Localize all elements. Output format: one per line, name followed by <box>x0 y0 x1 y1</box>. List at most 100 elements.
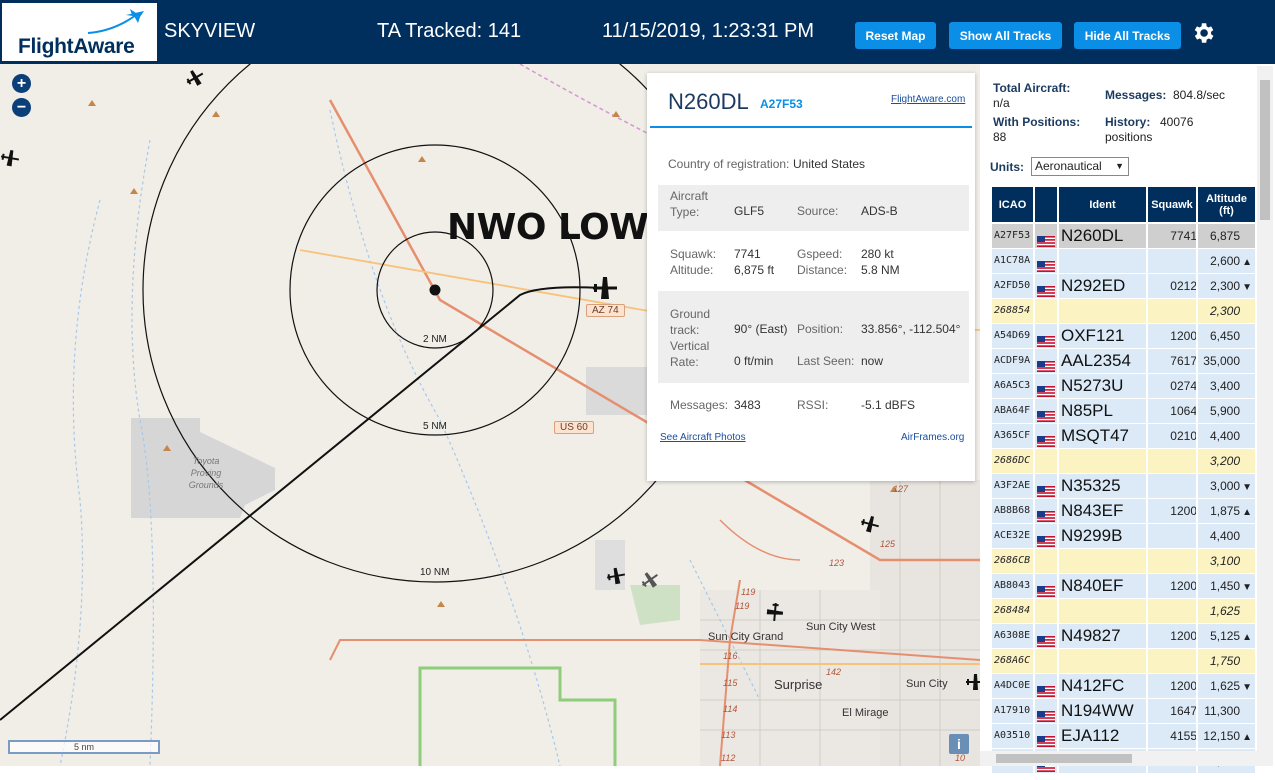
table-row[interactable]: A27F53 N260DL 7741 6,875 <box>992 224 1255 248</box>
table-row[interactable]: 2686DC 3,200 <box>992 449 1255 473</box>
row-ident: MSQT47 <box>1061 426 1130 445</box>
row-altitude: 4,400 <box>1198 424 1252 448</box>
aircraft-photos-link[interactable]: See Aircraft Photos <box>660 432 746 443</box>
park-area <box>630 585 680 625</box>
column-header-altitude[interactable]: Altitude (ft) <box>1198 187 1255 222</box>
row-icao: A4DC0E <box>994 680 1031 691</box>
table-row[interactable]: AB8043 N840EF 1200 1,450 ▼ <box>992 574 1255 598</box>
airframes-link[interactable]: AirFrames.org <box>901 432 964 443</box>
row-altitude-value: 1,750 <box>1209 654 1240 668</box>
horizontal-scrollbar-thumb[interactable] <box>996 754 1132 763</box>
table-row[interactable]: A365CF MSQT47 0210 4,400 <box>992 424 1255 448</box>
route-number: 123 <box>829 558 845 568</box>
distance-value: 5.8 NM <box>861 263 900 277</box>
route-number: 112 <box>721 753 736 763</box>
table-row[interactable]: ACDF9A AAL2354 7617 35,000 <box>992 349 1255 373</box>
row-altitude: 1,450 ▼ <box>1198 574 1252 598</box>
route-number: 119 <box>741 587 756 597</box>
column-separator <box>1057 474 1059 498</box>
place-label: Sun City West <box>806 621 876 633</box>
column-header-ident[interactable]: Ident <box>1059 187 1146 222</box>
table-row[interactable]: A6A5C3 N5273U 0274 3,400 <box>992 374 1255 398</box>
us-flag-icon <box>1037 281 1055 297</box>
hide-all-tracks-button[interactable]: Hide All Tracks <box>1074 22 1181 49</box>
row-altitude-value: 1,450 <box>1210 579 1241 593</box>
row-altitude-value: 5,900 <box>1209 404 1240 418</box>
popup-flight-ident: N260DL <box>668 89 749 114</box>
last-seen-label: Last Seen: <box>797 354 855 368</box>
units-dropdown[interactable]: Aeronautical ▼ <box>1031 157 1129 176</box>
row-altitude-value: 3,200 <box>1209 454 1240 468</box>
units-selected-value: Aeronautical <box>1035 159 1102 173</box>
table-row[interactable]: A4DC0E N412FC 1200 1,625 ▼ <box>992 674 1255 698</box>
table-row[interactable]: ACE32E N9299B 4,400 <box>992 524 1255 548</box>
table-row[interactable]: 268484 1,625 <box>992 599 1255 623</box>
column-separator <box>1033 499 1035 523</box>
table-row[interactable]: A03510 EJA112 4155 12,150 ▲ <box>992 724 1255 748</box>
table-row[interactable]: ABA64F N85PL 1064 5,900 <box>992 399 1255 423</box>
place-label: Sun City Grand <box>708 631 784 643</box>
vertical-scrollbar-thumb[interactable] <box>1260 80 1270 220</box>
table-row[interactable]: A54D69 OXF121 1200 6,450 <box>992 324 1255 348</box>
horizontal-scrollbar[interactable] <box>980 751 1257 766</box>
column-separator <box>1033 424 1035 448</box>
table-row[interactable]: 268854 2,300 <box>992 299 1255 323</box>
column-separator <box>1146 524 1148 548</box>
column-separator <box>1196 574 1198 598</box>
column-header-icao[interactable]: ICAO <box>992 187 1033 222</box>
column-separator <box>1146 474 1148 498</box>
column-separator <box>1057 274 1059 298</box>
ring-label: 10 NM <box>420 567 450 578</box>
column-separator <box>1146 249 1148 273</box>
reset-map-button[interactable]: Reset Map <box>855 22 936 49</box>
column-separator <box>1057 674 1059 698</box>
column-header-squawk[interactable]: Squawk <box>1148 187 1196 222</box>
table-row[interactable]: 268A6C 1,750 <box>992 649 1255 673</box>
column-separator <box>1033 299 1035 323</box>
aircraft-type-label: Aircraft Type: <box>670 189 709 219</box>
column-separator <box>1033 549 1035 573</box>
zoom-in-button[interactable]: + <box>12 74 31 93</box>
row-squawk <box>1147 524 1197 548</box>
column-separator <box>1033 249 1035 273</box>
row-altitude-value: 12,150 <box>1203 729 1241 743</box>
column-separator <box>1057 724 1059 748</box>
row-squawk: 7617 <box>1170 354 1197 368</box>
column-separator <box>1033 649 1035 673</box>
table-row[interactable]: AB8B68 N843EF 1200 1,875 ▲ <box>992 499 1255 523</box>
place-label: El Mirage <box>842 707 889 719</box>
messages-value: 3483 <box>734 398 761 412</box>
zoom-out-button[interactable]: − <box>12 98 31 117</box>
us-flag-icon <box>1037 431 1055 447</box>
table-row[interactable]: A2FD50 N292ED 0212 2,300 ▼ <box>992 274 1255 298</box>
row-icao: A365CF <box>994 430 1031 441</box>
row-altitude: 11,300 <box>1198 699 1252 723</box>
table-row[interactable]: 2686CB 3,100 <box>992 549 1255 573</box>
gspeed-label: Gspeed: <box>797 247 843 261</box>
row-icao: AB8043 <box>994 580 1031 591</box>
row-squawk <box>1147 449 1197 473</box>
row-icao: A03510 <box>994 730 1031 741</box>
table-row[interactable]: A1C78A 2,600 ▲ <box>992 249 1255 273</box>
column-separator <box>1196 699 1198 723</box>
column-separator <box>1146 724 1148 748</box>
vertical-scrollbar[interactable] <box>1257 66 1273 766</box>
column-separator <box>1196 224 1198 248</box>
show-all-tracks-button[interactable]: Show All Tracks <box>949 22 1062 49</box>
descending-arrow-icon: ▼ <box>1242 282 1252 293</box>
messages-rate: 804.8/sec <box>1173 88 1226 102</box>
column-separator <box>1033 624 1035 648</box>
map-info-button[interactable]: i <box>949 734 969 754</box>
aircraft-detail-popup: N260DL A27F53 FlightAware.com Country of… <box>647 73 975 481</box>
column-header-flag[interactable] <box>1035 187 1057 222</box>
row-ident: EJA112 <box>1061 726 1120 745</box>
flightaware-logo[interactable]: FlightAware <box>2 3 157 61</box>
place-label: Surprise <box>774 677 823 692</box>
table-row[interactable]: A6308E N49827 1200 5,125 ▲ <box>992 624 1255 648</box>
row-altitude: 12,150 ▲ <box>1198 724 1252 748</box>
tracked-count: TA Tracked: 141 <box>377 20 522 42</box>
table-row[interactable]: A17910 N194WW 1647 11,300 <box>992 699 1255 723</box>
table-row[interactable]: A3F2AE N35325 3,000 ▼ <box>992 474 1255 498</box>
gear-icon[interactable] <box>1190 20 1216 46</box>
flightaware-link[interactable]: FlightAware.com <box>891 94 965 105</box>
